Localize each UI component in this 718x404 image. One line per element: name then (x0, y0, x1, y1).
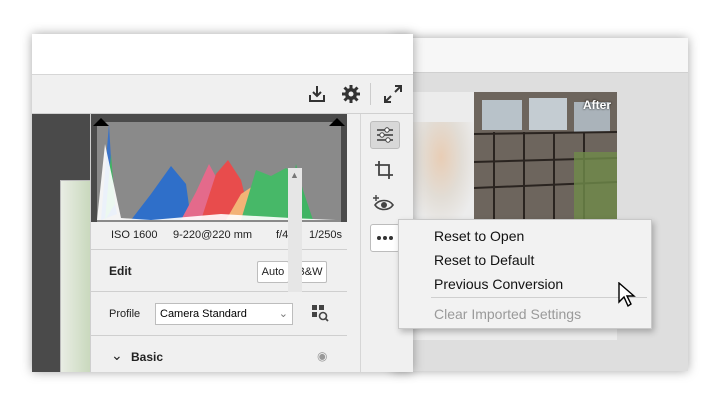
profile-row: Profile Camera Standard ⌄ (91, 296, 347, 334)
divider (91, 249, 347, 250)
divider (91, 335, 347, 336)
canvas-image (60, 180, 91, 372)
menu-item-reset-to-open[interactable]: Reset to Open (434, 228, 524, 244)
photo-portrait (408, 122, 474, 222)
menu-item-previous-conversion[interactable]: Previous Conversion (434, 276, 563, 292)
panel-titlebar (32, 34, 413, 75)
edit-header: Edit Auto B&W (91, 252, 347, 290)
preview-window-titlebar (392, 38, 688, 73)
presets-context-menu: Reset to Open Reset to Default Previous … (398, 219, 652, 329)
eye-icon[interactable]: ◉ (317, 349, 327, 363)
gear-icon[interactable] (340, 83, 362, 105)
basic-title: Basic (131, 350, 164, 364)
more-icon[interactable] (370, 224, 400, 252)
crop-icon[interactable] (370, 157, 398, 183)
lens-value: 9-220@220 mm (173, 229, 253, 241)
iso-value: ISO 1600 (111, 229, 158, 241)
profile-label: Profile (109, 308, 141, 320)
menu-separator (431, 297, 647, 298)
redeye-icon[interactable] (370, 190, 398, 216)
profile-select[interactable]: Camera Standard ⌄ (155, 303, 293, 325)
menu-item-clear-imported-settings: Clear Imported Settings (434, 306, 582, 322)
download-icon[interactable] (306, 83, 328, 105)
aperture-value: f/4 (276, 229, 289, 241)
edit-title: Edit (109, 264, 132, 278)
camera-raw-panel: ISO 1600 9-220@220 mm f/4 1/250s Edit Au… (32, 34, 413, 372)
edit-panel: ISO 1600 9-220@220 mm f/4 1/250s Edit Au… (90, 114, 347, 372)
auto-button[interactable]: Auto (257, 261, 289, 283)
histogram-info: ISO 1600 9-220@220 mm f/4 1/250s (91, 225, 347, 247)
menu-item-reset-to-default[interactable]: Reset to Default (434, 252, 534, 268)
panel-scrollbar[interactable]: ▲ (288, 168, 302, 292)
expand-icon[interactable] (382, 83, 404, 105)
sliders-icon[interactable] (370, 121, 400, 149)
chevron-down-icon: ⌄ (278, 308, 288, 320)
shutter-value: 1/250s (309, 229, 343, 241)
after-label: After (582, 98, 611, 112)
scroll-up-icon[interactable]: ▲ (290, 170, 299, 180)
divider (91, 291, 347, 292)
profile-value: Camera Standard (160, 308, 247, 320)
image-canvas (32, 114, 91, 372)
basic-section-header[interactable]: ⌄ Basic ◉ (91, 340, 347, 372)
profile-browser-icon[interactable] (311, 304, 329, 322)
histogram (91, 114, 347, 222)
mouse-cursor-icon (618, 281, 636, 308)
histogram-graph (93, 118, 345, 222)
chevron-down-icon: ⌄ (111, 347, 123, 363)
top-toolbar (32, 75, 413, 114)
toolbar-divider (370, 83, 371, 105)
photo-building: After (474, 92, 617, 222)
